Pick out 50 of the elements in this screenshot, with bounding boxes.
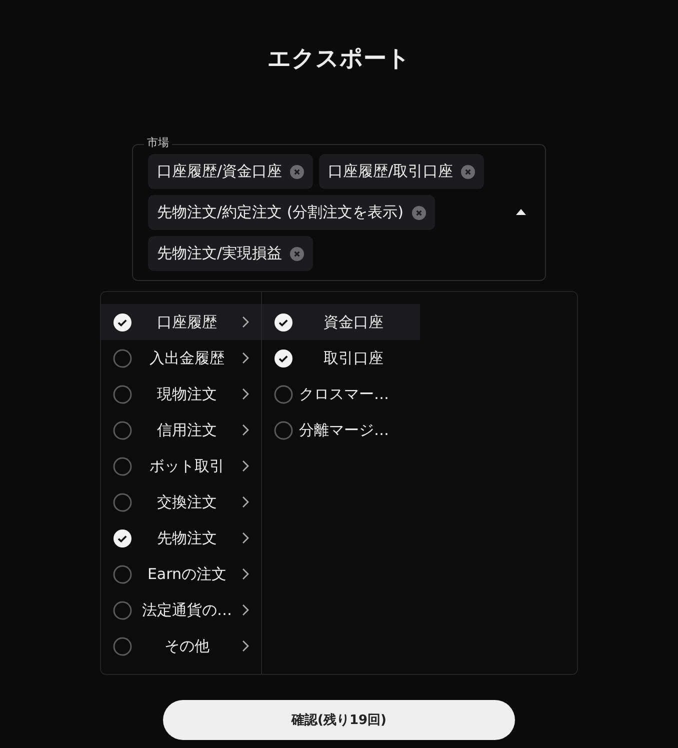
unchecked-checkbox[interactable] xyxy=(113,600,132,620)
category-item[interactable]: その他 xyxy=(101,628,261,664)
confirm-button[interactable]: 確認(残り19回) xyxy=(163,700,515,740)
dialog-title: エクスポート xyxy=(268,45,410,74)
field-label: 市場 xyxy=(144,135,172,151)
category-item[interactable]: Earnの注文 xyxy=(101,556,261,592)
unchecked-checkbox[interactable] xyxy=(113,492,132,512)
unchecked-checkbox[interactable] xyxy=(274,420,293,440)
unchecked-checkbox[interactable] xyxy=(113,420,132,440)
unchecked-checkbox[interactable] xyxy=(113,564,132,584)
category-item[interactable]: 先物注文 xyxy=(101,520,261,556)
subcategory-item[interactable]: 資金口座 xyxy=(262,304,420,340)
selected-tag: 口座履歴/資金口座 xyxy=(148,154,314,189)
chevron-right-icon xyxy=(242,496,249,508)
checked-checkbox[interactable] xyxy=(274,312,293,332)
unchecked-checkbox[interactable] xyxy=(113,348,132,368)
chevron-right-icon xyxy=(242,352,249,364)
subcategory-item[interactable]: 取引口座 xyxy=(262,340,420,376)
selected-tag: 先物注文/約定注文 (分割注文を表示) xyxy=(148,195,435,230)
category-item[interactable]: 信用注文 xyxy=(101,412,261,448)
remove-icon[interactable] xyxy=(461,164,476,178)
checked-checkbox[interactable] xyxy=(274,348,293,368)
selected-tag: 口座履歴/取引口座 xyxy=(319,154,484,189)
category-item[interactable]: 入出金履歴 xyxy=(101,340,261,376)
unchecked-checkbox[interactable] xyxy=(113,384,132,404)
chevron-right-icon xyxy=(242,460,249,472)
chevron-right-icon xyxy=(242,532,249,544)
checked-checkbox[interactable] xyxy=(113,312,132,332)
remove-icon[interactable] xyxy=(412,206,426,220)
chevron-right-icon xyxy=(242,316,249,328)
chevron-right-icon xyxy=(242,640,249,652)
subcategory-item[interactable]: クロスマー… xyxy=(262,376,420,412)
subcategory-item[interactable]: 分離マージ… xyxy=(262,412,420,448)
remove-icon[interactable] xyxy=(290,164,304,178)
unchecked-checkbox[interactable] xyxy=(274,384,293,404)
checked-checkbox[interactable] xyxy=(113,528,132,548)
chevron-right-icon xyxy=(242,424,249,436)
chevron-right-icon xyxy=(242,388,249,400)
category-item[interactable]: 現物注文 xyxy=(101,376,261,412)
unchecked-checkbox[interactable] xyxy=(113,456,132,476)
chevron-right-icon xyxy=(242,568,249,580)
chevron-right-icon xyxy=(242,604,249,616)
selected-tag: 先物注文/実現損益 xyxy=(148,236,314,271)
unchecked-checkbox[interactable] xyxy=(113,636,132,656)
category-item[interactable]: 口座履歴 xyxy=(101,304,261,340)
category-item[interactable]: ボット取引 xyxy=(101,448,261,484)
category-item[interactable]: 法定通貨の… xyxy=(101,592,261,628)
category-item[interactable]: 交換注文 xyxy=(101,484,261,520)
remove-icon[interactable] xyxy=(290,246,304,260)
caret-icon[interactable] xyxy=(516,209,526,215)
